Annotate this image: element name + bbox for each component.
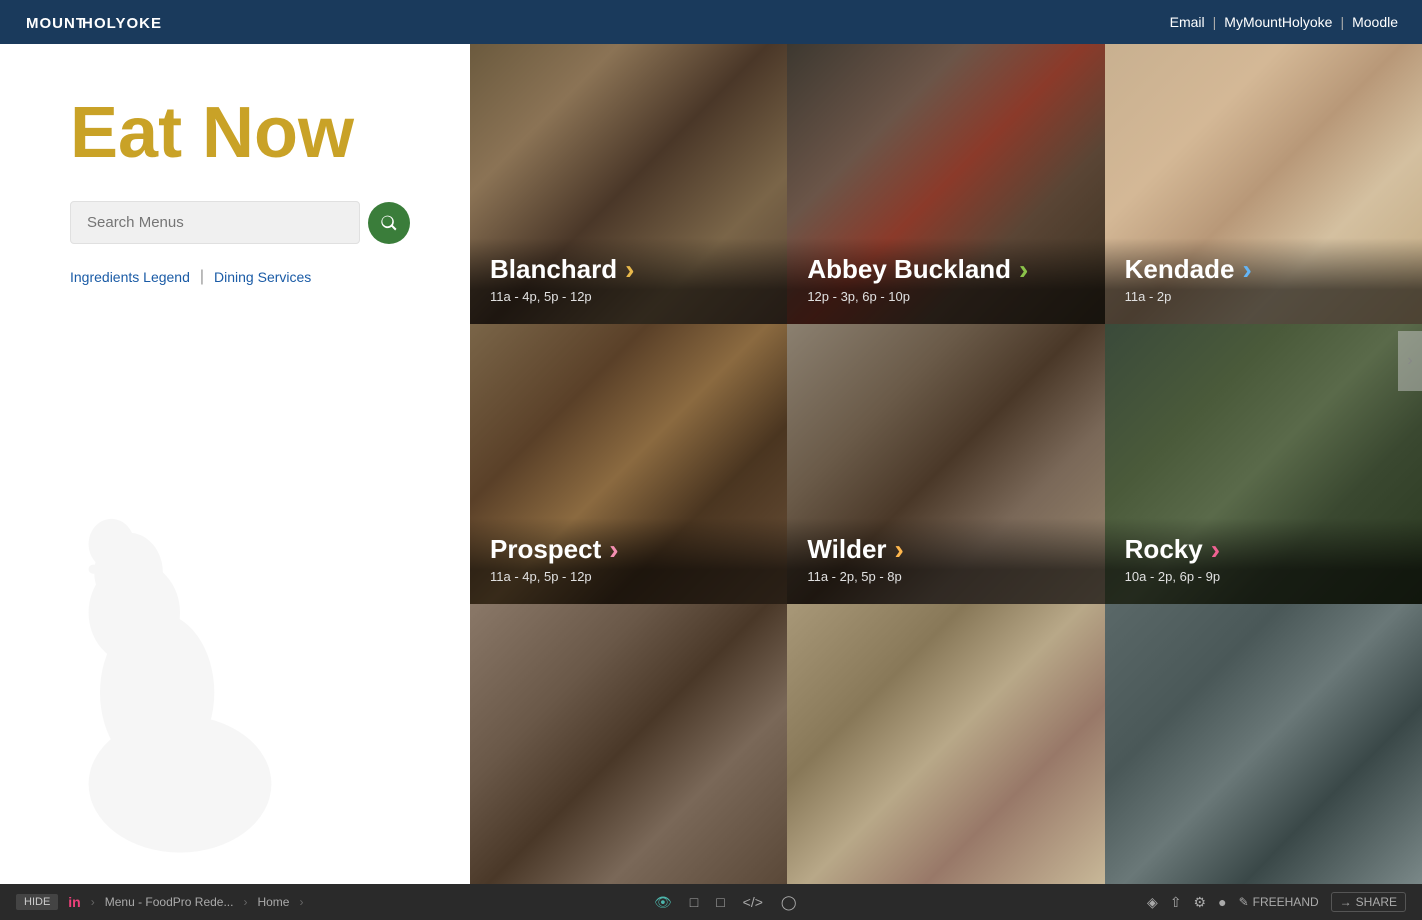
nav-mymountholyoke-link[interactable]: MyMountHolyoke (1224, 14, 1332, 30)
freehand-label: FREEHAND (1253, 895, 1319, 909)
dining-card-6[interactable] (470, 604, 787, 884)
card-arrow-icon: › (1242, 256, 1251, 284)
avatar-icon[interactable]: ● (1218, 894, 1226, 910)
dining-card-7[interactable] (787, 604, 1104, 884)
invision-logo: in (68, 894, 80, 910)
card-overlay: Wilder › 11a - 2p, 5p - 8p (787, 518, 1104, 604)
share-network-icon[interactable]: ◈ (1147, 894, 1158, 911)
logo: MOUNT H OLYOKE (24, 8, 164, 36)
card-name: Prospect › (490, 534, 767, 565)
page-title: Eat Now (70, 94, 410, 173)
main-layout: Eat Now Ingredients Legend | Dining Serv… (0, 44, 1422, 884)
search-input[interactable] (70, 201, 360, 244)
card-hours: 11a - 4p, 5p - 12p (490, 569, 767, 584)
card-overlay: Kendade› 11a - 2p (1105, 238, 1422, 324)
history-icon[interactable]: ◯ (781, 894, 797, 911)
card-name: Blanchard › (490, 254, 767, 285)
nav-links: Email | MyMountHolyoke | Moodle (1170, 14, 1398, 30)
breadcrumb-project: Menu - FoodPro Rede... (105, 895, 234, 909)
card-name-text: Rocky (1125, 534, 1203, 565)
card-hours: 11a - 2p, 5p - 8p (807, 569, 1084, 584)
dining-card-2[interactable]: Kendade› 11a - 2p (1105, 44, 1422, 324)
sidebar: Eat Now Ingredients Legend | Dining Serv… (0, 44, 470, 884)
content-area: Blanchard › 11a - 4p, 5p - 12p Abbey Buckla… (470, 44, 1422, 884)
search-icon (379, 213, 399, 233)
card-overlay: Blanchard › 11a - 4p, 5p - 12p (470, 238, 787, 324)
dining-card-4[interactable]: Wilder › 11a - 2p, 5p - 8p (787, 324, 1104, 604)
sidebar-links: Ingredients Legend | Dining Services (70, 268, 410, 286)
dining-services-link[interactable]: Dining Services (214, 269, 311, 285)
card-background (470, 604, 787, 884)
inspect-icon[interactable]: □ (716, 894, 724, 910)
dining-card-1[interactable]: Abbey Buckland › 12p - 3p, 6p - 10p (787, 44, 1104, 324)
card-overlay: Rocky › 10a - 2p, 6p - 9p (1105, 518, 1422, 604)
card-name-text: Blanchard (490, 254, 617, 285)
dining-card-0[interactable]: Blanchard › 11a - 4p, 5p - 12p (470, 44, 787, 324)
nav-email-link[interactable]: Email (1170, 14, 1205, 30)
scroll-right-arrow[interactable]: › (1398, 331, 1422, 391)
svg-text:H: H (82, 15, 93, 32)
search-area (70, 201, 410, 244)
nav-sep-1: | (1213, 14, 1217, 30)
links-separator: | (200, 268, 204, 286)
card-overlay: Abbey Buckland › 12p - 3p, 6p - 10p (787, 238, 1104, 324)
card-name-text: Kendade (1125, 254, 1235, 285)
dining-card-3[interactable]: Prospect › 11a - 4p, 5p - 12p (470, 324, 787, 604)
card-hours: 10a - 2p, 6p - 9p (1125, 569, 1402, 584)
dining-card-5[interactable]: Rocky › 10a - 2p, 6p - 9p (1105, 324, 1422, 604)
settings-icon[interactable]: ⚙ (1194, 894, 1207, 911)
bottom-bar-right: ◈ ⇧ ⚙ ● ✎ FREEHAND → SHARE (1147, 892, 1406, 912)
upload-icon[interactable]: ⇧ (1170, 894, 1182, 911)
card-name-text: Wilder (807, 534, 886, 565)
hide-button[interactable]: HIDE (16, 894, 58, 910)
card-name-text: Abbey Buckland (807, 254, 1011, 285)
bottom-bar-center: 👁 □ □ </> ◯ (654, 894, 797, 911)
svg-text:OLYOKE: OLYOKE (94, 15, 162, 32)
card-background (787, 604, 1104, 884)
nav-sep-2: | (1340, 14, 1344, 30)
share-label: SHARE (1356, 895, 1397, 909)
freehand-button[interactable]: ✎ FREEHAND (1239, 895, 1319, 909)
top-navigation: MOUNT H OLYOKE Email | MyMountHolyoke | … (0, 0, 1422, 44)
freehand-icon: ✎ (1239, 895, 1249, 909)
bottom-bar-left: HIDE in › Menu - FoodPro Rede... › Home … (16, 894, 303, 910)
nav-moodle-link[interactable]: Moodle (1352, 14, 1398, 30)
card-hours: 12p - 3p, 6p - 10p (807, 289, 1084, 304)
dining-grid: Blanchard › 11a - 4p, 5p - 12p Abbey Buckla… (470, 44, 1422, 884)
card-name: Kendade› (1125, 254, 1402, 285)
arrow-right-icon: → (1340, 895, 1352, 909)
svg-text:MOUNT: MOUNT (26, 15, 86, 32)
card-name: Wilder › (807, 534, 1084, 565)
card-arrow-icon: › (625, 256, 634, 284)
card-arrow-icon: › (895, 536, 904, 564)
duck-decoration (40, 464, 340, 864)
eye-icon[interactable]: 👁 (654, 894, 672, 911)
card-background (1105, 604, 1422, 884)
dining-card-8[interactable] (1105, 604, 1422, 884)
card-arrow-icon: › (609, 536, 618, 564)
ingredients-legend-link[interactable]: Ingredients Legend (70, 269, 190, 285)
card-name: Rocky › (1125, 534, 1402, 565)
code-icon[interactable]: </> (743, 894, 763, 910)
logo-svg: MOUNT H OLYOKE (24, 8, 164, 36)
bottom-bar: HIDE in › Menu - FoodPro Rede... › Home … (0, 884, 1422, 920)
share-button[interactable]: → SHARE (1331, 892, 1406, 912)
card-arrow-icon: › (1019, 256, 1028, 284)
card-overlay: Prospect › 11a - 4p, 5p - 12p (470, 518, 787, 604)
breadcrumb-page: Home (257, 895, 289, 909)
search-button[interactable] (368, 202, 410, 244)
comment-icon[interactable]: □ (690, 894, 698, 910)
card-name: Abbey Buckland › (807, 254, 1084, 285)
card-hours: 11a - 4p, 5p - 12p (490, 289, 767, 304)
card-hours: 11a - 2p (1125, 289, 1402, 304)
card-name-text: Prospect (490, 534, 601, 565)
card-arrow-icon: › (1211, 536, 1220, 564)
